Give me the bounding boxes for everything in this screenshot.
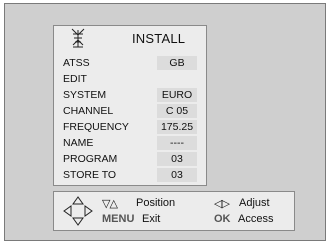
menu-row-channel[interactable]: CHANNEL C 05 (54, 104, 206, 120)
position-label: Position (136, 197, 176, 209)
menu-row-store-to[interactable]: STORE TO 03 (54, 168, 206, 184)
menu-row-label: STORE TO (63, 169, 117, 181)
menu-row-program[interactable]: PROGRAM 03 (54, 152, 206, 168)
menu-row-label: PROGRAM (63, 153, 118, 165)
access-label: Access (238, 213, 274, 225)
exit-label: Exit (142, 213, 161, 225)
menu-row-value: 03 (157, 168, 197, 182)
adjust-label: Adjust (239, 197, 270, 209)
left-right-arrows-icon: ◁▷ (214, 198, 230, 210)
menu-row-value: EURO (157, 88, 197, 102)
menu-row-label: CHANNEL (63, 105, 114, 117)
menu-row-atss[interactable]: ATSS GB (54, 56, 206, 72)
menu-row-label: EDIT (63, 73, 87, 85)
install-menu-panel: INSTALL ATSS GB EDIT SYSTEM EURO CHANNEL… (53, 25, 207, 186)
up-down-arrows-icon: ▽△ (102, 198, 118, 210)
menu-row-value: 175.25 (157, 120, 197, 134)
menu-row-system[interactable]: SYSTEM EURO (54, 88, 206, 104)
menu-row-value: GB (157, 56, 197, 70)
menu-title: INSTALL (132, 31, 186, 46)
menu-row-label: SYSTEM (63, 89, 107, 101)
menu-row-value: C 05 (157, 104, 197, 118)
menu-row-value: ---- (157, 136, 197, 150)
ok-key-label: OK (214, 213, 231, 225)
dpad-icon (63, 196, 93, 226)
menu-row-name[interactable]: NAME ---- (54, 136, 206, 152)
antenna-icon (69, 28, 87, 48)
help-bar: ▽△ Position ◁▷ Adjust MENU Exit OK Acces… (53, 191, 295, 231)
menu-key-label: MENU (102, 213, 135, 225)
menu-row-label: FREQUENCY (63, 121, 129, 133)
menu-row-frequency[interactable]: FREQUENCY 175.25 (54, 120, 206, 136)
menu-row-label: ATSS (63, 57, 90, 69)
menu-row-label: NAME (63, 137, 94, 149)
menu-row-value (157, 72, 197, 86)
menu-row-edit[interactable]: EDIT (54, 72, 206, 88)
tv-screen: INSTALL ATSS GB EDIT SYSTEM EURO CHANNEL… (4, 3, 326, 241)
menu-header: INSTALL (54, 26, 206, 52)
menu-row-value: 03 (157, 152, 197, 166)
